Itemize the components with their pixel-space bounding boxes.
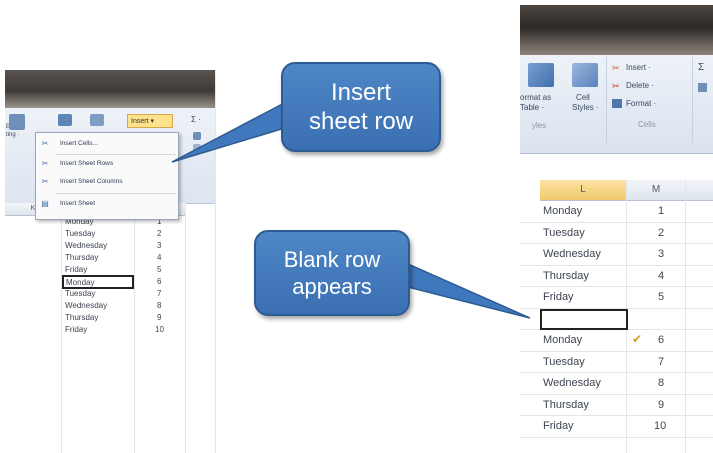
blank-row-appears-callout: Blank row appears — [254, 230, 410, 316]
callout-line-2: appears — [292, 274, 372, 299]
insert-sheet-row-callout: Insert sheet row — [281, 62, 441, 152]
callout-line-1: Insert — [330, 79, 392, 106]
callout-line-2: sheet row — [308, 108, 414, 135]
callout-line-1: Blank row — [283, 247, 381, 272]
